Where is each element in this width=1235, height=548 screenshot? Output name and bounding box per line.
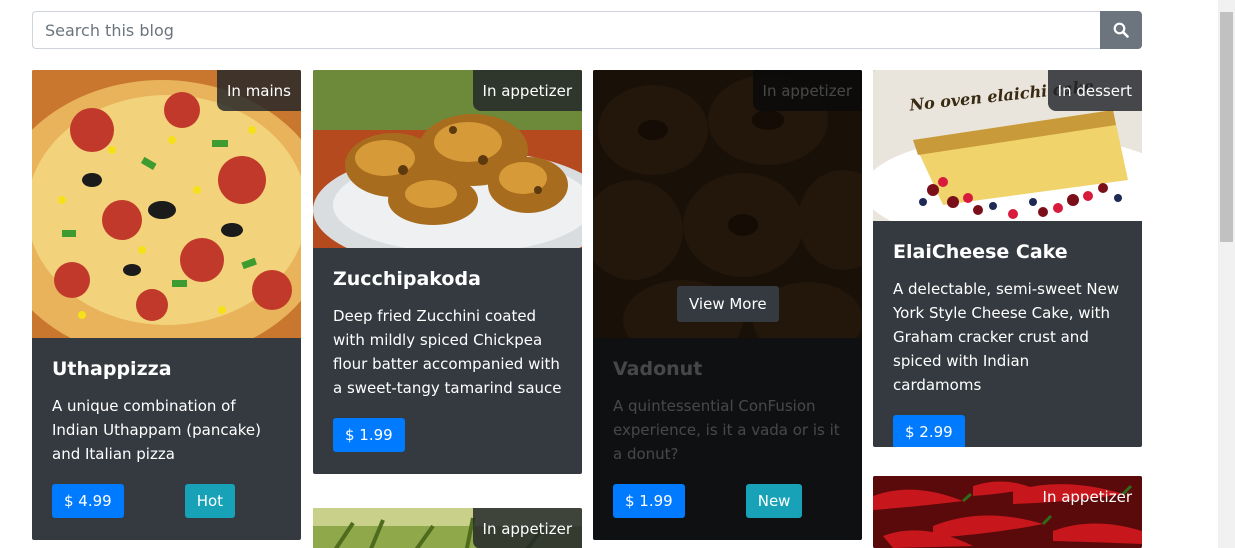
dish-image-appetizer: In appetizer bbox=[313, 508, 582, 548]
dish-description: A quintessential ConFusion experience, i… bbox=[613, 397, 840, 463]
dish-title: Vadonut bbox=[613, 358, 703, 380]
dish-card-uthappizza[interactable]: In mains Uthappizza A unique combination… bbox=[32, 70, 301, 540]
scrollbar-thumb[interactable] bbox=[1220, 12, 1233, 242]
dish-card-zucchipakoda[interactable]: In appetizer Zucchipakoda Deep fried Zuc… bbox=[313, 70, 582, 474]
page-scrollbar[interactable] bbox=[1218, 0, 1235, 548]
label-badge[interactable]: Hot bbox=[184, 484, 236, 518]
price-button[interactable]: $ 4.99 bbox=[52, 484, 124, 518]
category-badge: In appetizer bbox=[472, 70, 582, 111]
dish-image-chilli: In appetizer bbox=[873, 476, 1142, 548]
dish-card-chilli-partial[interactable]: In appetizer bbox=[873, 476, 1142, 548]
search-icon bbox=[1113, 22, 1129, 38]
price-button[interactable]: $ 1.99 bbox=[613, 484, 685, 518]
dish-description: A delectable, semi-sweet New York Style … bbox=[893, 280, 1120, 394]
search-bar bbox=[32, 11, 1142, 49]
search-button[interactable] bbox=[1100, 11, 1142, 49]
price-button[interactable]: $ 1.99 bbox=[333, 418, 405, 452]
dish-title: ElaiCheese Cake bbox=[893, 241, 1068, 263]
dish-description: A unique combination of Indian Uthappam … bbox=[52, 397, 262, 463]
dish-image-uthappizza: In mains bbox=[32, 70, 301, 338]
dish-image-zucchipakoda: In appetizer bbox=[313, 70, 582, 248]
category-badge: In mains bbox=[217, 70, 301, 111]
dish-image-elaicheese-cake: No oven elaichi cake In dessert bbox=[873, 70, 1142, 221]
category-badge: In appetizer bbox=[752, 70, 862, 111]
label-badge[interactable]: New bbox=[745, 484, 803, 518]
category-badge: In appetizer bbox=[1042, 488, 1132, 506]
view-more-button[interactable]: View More bbox=[677, 286, 779, 322]
price-button[interactable]: $ 2.99 bbox=[893, 415, 965, 447]
dish-card-vadonut[interactable]: In appetizer Vadonut A quintessential Co… bbox=[593, 70, 862, 540]
dish-title: Uthappizza bbox=[52, 358, 172, 380]
search-input[interactable] bbox=[32, 11, 1100, 49]
dish-card-elaicheese-cake[interactable]: No oven elaichi cake In dessert ElaiChee… bbox=[873, 70, 1142, 447]
dish-card-appetizer-partial[interactable]: In appetizer bbox=[313, 508, 582, 548]
category-badge: In appetizer bbox=[472, 508, 582, 548]
category-badge: In dessert bbox=[1047, 70, 1142, 111]
dish-description: Deep fried Zucchini coated with mildly s… bbox=[333, 307, 562, 397]
dish-title: Zucchipakoda bbox=[333, 268, 481, 290]
